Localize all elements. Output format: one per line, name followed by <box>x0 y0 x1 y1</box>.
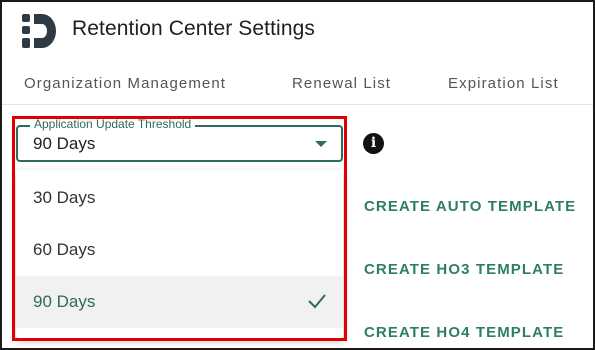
app-header: Retention Center Settings <box>2 2 593 60</box>
create-ho4-template-button[interactable]: CREATE HO4 TEMPLATE <box>364 324 564 341</box>
menu-item-label: 90 Days <box>33 292 96 311</box>
menu-item-label: 30 Days <box>33 188 96 207</box>
threshold-select-value: 90 Days <box>33 134 96 153</box>
tab-expiration-list[interactable]: Expiration List <box>448 75 559 92</box>
tab-bar: Organization Management Renewal List Exp… <box>2 64 593 105</box>
menu-item-label: 60 Days <box>33 240 96 259</box>
tab-organization-management[interactable]: Organization Management <box>24 75 226 92</box>
page-title: Retention Center Settings <box>72 17 315 40</box>
menu-item-30-days[interactable]: 30 Days <box>16 172 343 224</box>
menu-item-60-days[interactable]: 60 Days <box>16 224 343 276</box>
threshold-dropdown-menu: 30 Days 60 Days 90 Days <box>16 170 343 338</box>
threshold-select[interactable]: Application Update Threshold 90 Days <box>16 117 343 162</box>
caret-down-icon[interactable] <box>315 141 327 147</box>
menu-item-90-days[interactable]: 90 Days <box>16 276 343 328</box>
create-ho3-template-button[interactable]: CREATE HO3 TEMPLATE <box>364 261 564 278</box>
checkmark-icon <box>308 294 326 309</box>
threshold-select-label: Application Update Threshold <box>30 117 196 131</box>
app-window: Retention Center Settings Organization M… <box>0 0 595 350</box>
create-auto-template-button[interactable]: CREATE AUTO TEMPLATE <box>364 198 576 215</box>
info-icon[interactable]: i <box>363 133 384 154</box>
tab-renewal-list[interactable]: Renewal List <box>292 75 391 92</box>
d-logo-icon <box>22 14 56 48</box>
